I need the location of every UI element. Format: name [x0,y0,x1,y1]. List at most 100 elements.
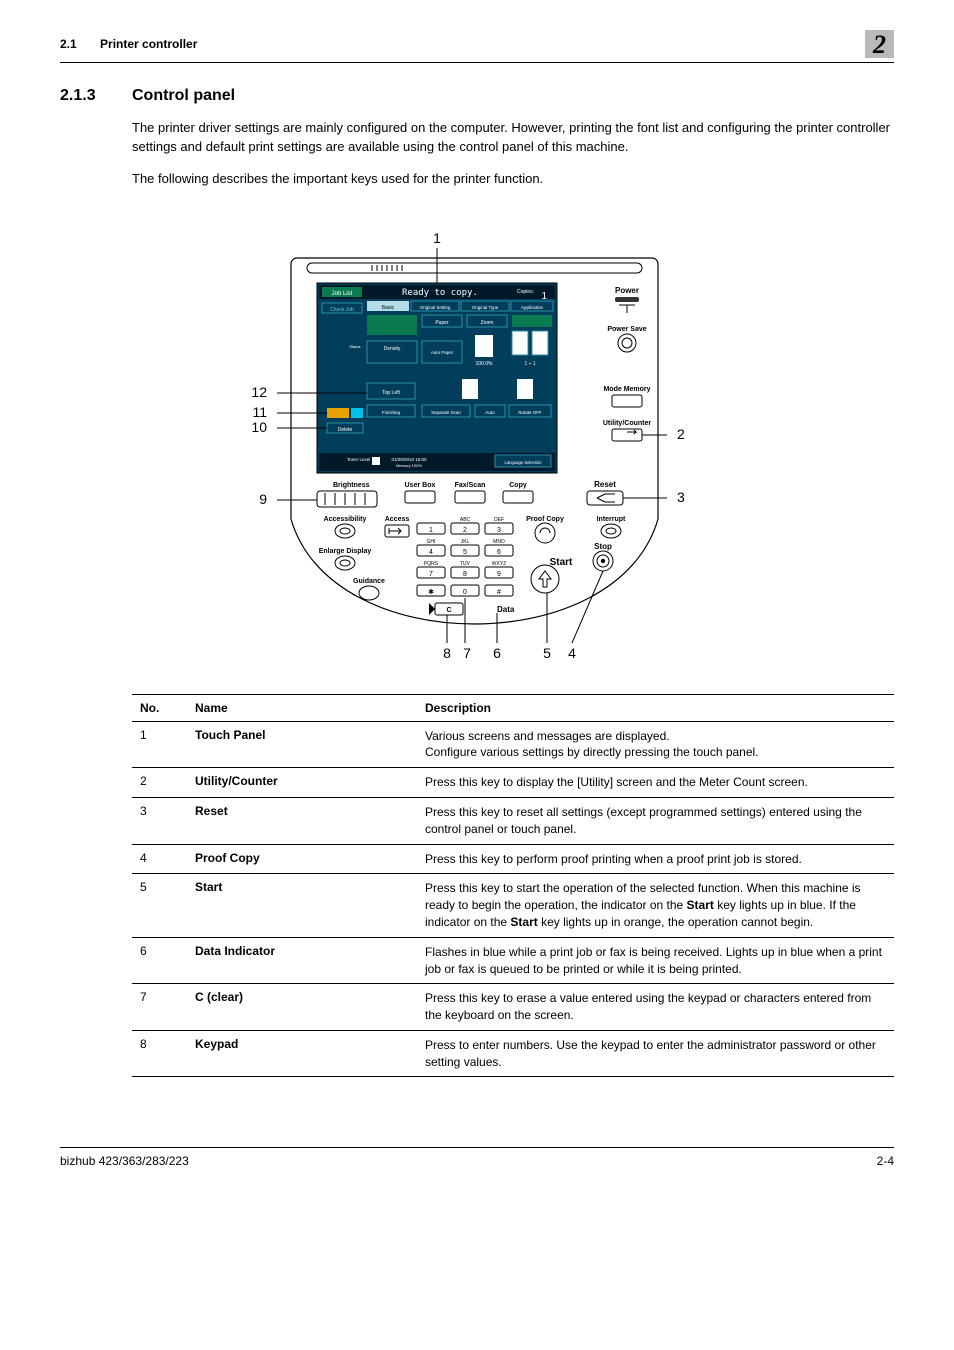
kp-tuv: TUV [460,561,471,567]
label-copy: Copy [509,482,527,489]
callout-4: 4 [568,645,576,661]
label-accessibility: Accessibility [324,516,367,523]
kp-def: DEF [494,517,504,523]
table-row: 8KeypadPress to enter numbers. Use the k… [132,1030,894,1077]
svg-text:9: 9 [497,571,501,578]
label-power-save: Power Save [607,326,646,333]
svg-text:6: 6 [497,549,501,556]
key-description-table: No. Name Description 1Touch PanelVarious… [132,694,894,1078]
callout-10: 10 [251,419,267,435]
screen-job-list: Job List [332,291,353,297]
label-interrupt: Interrupt [597,516,626,523]
th-desc: Description [417,694,894,721]
table-row: 1Touch PanelVarious screens and messages… [132,721,894,768]
label-toner: Toner Level [347,457,370,462]
label-start: Start [550,557,573,568]
th-name: Name [187,694,417,721]
tile-auto-paper: Auto Paper [431,350,454,355]
callout-1: 1 [433,230,441,246]
callout-8: 8 [443,645,451,661]
page-footer: bizhub 423/363/283/223 2-4 [60,1147,894,1168]
label-memory: Memory 100% [396,463,422,468]
tab-orig-type: Original Type [472,305,499,310]
section-number: 2.1.3 [60,87,102,105]
kp-jkl: JKL [461,539,470,545]
tile-finishing: Finishing [382,410,401,415]
label-reset: Reset [594,480,616,489]
svg-text:5: 5 [463,549,467,556]
svg-text:0: 0 [463,589,467,596]
svg-text:3: 3 [497,527,501,534]
running-header: 2.1 Printer controller 2 [60,30,894,63]
header-section-name: Printer controller [100,37,197,51]
kp-abc: ABC [460,517,471,523]
screen-ready: Ready to copy. [402,288,478,298]
header-section-ref: 2.1 [60,37,77,51]
table-row: 4Proof CopyPress this key to perform pro… [132,844,894,874]
tile-separate: Separate Scan [431,410,461,415]
kp-wxyz: WXYZ [492,561,506,567]
tile-pct: 100.0% [476,361,494,367]
callout-3: 3 [677,489,685,505]
callout-2: 2 [677,426,685,442]
section-heading: 2.1.3 Control panel [60,87,894,105]
svg-text:✱: ✱ [428,588,434,596]
btn-delete: Delete [338,427,353,433]
label-guidance: Guidance [353,578,385,585]
table-row: 7C (clear)Press this key to erase a valu… [132,984,894,1031]
label-enlarge: Enlarge Display [319,548,372,555]
screen-check-job: Check Job [330,307,354,313]
label-stop: Stop [594,542,612,551]
svg-text:C: C [446,607,451,614]
callout-5: 5 [543,645,551,661]
callout-7: 7 [463,645,471,661]
kp-ghi: GHI [427,539,436,545]
table-row: 3ResetPress this key to reset all settin… [132,797,894,844]
label-faxscan: Fax/Scan [455,482,486,489]
tab-orig-set: Original Setting [420,305,451,310]
kp-mno: MNO [493,539,505,545]
footer-page: 2-4 [877,1154,894,1168]
label-data: Data [497,605,515,614]
paragraph-2: The following describes the important ke… [132,170,894,189]
callout-9: 9 [259,491,267,507]
section-title: Control panel [132,87,235,105]
label-mode-memory: Mode Memory [603,386,650,393]
label-userbox: User Box [405,482,436,489]
svg-text:8: 8 [463,571,467,578]
kp-pqrs: PQRS [424,561,439,567]
tile-zoom: Zoom [481,320,494,326]
tile-top-left: Top Left [382,390,400,396]
control-panel-svg: Job List Ready to copy. Copies: 1 Check … [227,213,727,663]
tab-basic: Basic [382,305,395,311]
screen-copies: Copies: [517,289,534,295]
label-utility: Utility/Counter [603,420,651,427]
tile-density: Density [384,346,401,352]
label-status: Status [349,344,360,349]
paragraph-1: The printer driver settings are mainly c… [132,119,894,157]
table-row: 2Utility/CounterPress this key to displa… [132,768,894,798]
label-lang: Language Selection [504,460,542,465]
svg-text:#: # [497,589,501,596]
control-panel-figure: Job List Ready to copy. Copies: 1 Check … [60,213,894,666]
chapter-number: 2 [865,30,894,58]
svg-text:1: 1 [429,527,433,534]
callout-12: 12 [251,384,267,400]
label-access: Access [385,516,410,523]
table-row: 6Data IndicatorFlashes in blue while a p… [132,937,894,984]
label-proof: Proof Copy [526,516,564,523]
tile-paper: Paper [435,320,449,326]
callout-11: 11 [252,404,267,420]
svg-text:4: 4 [429,549,433,556]
tile-rotate: Rotate OFF [518,410,542,415]
footer-model: bizhub 423/363/283/223 [60,1154,189,1168]
tile-one-one: 1 ÷ 1 [524,361,535,367]
label-power: Power [615,286,639,295]
tab-application: Application [521,305,544,310]
label-date: 01/09/2010 15:00 [391,457,427,462]
screen-count-1: 1 [541,291,547,302]
svg-text:2: 2 [463,527,467,534]
callout-6: 6 [493,645,501,661]
svg-text:7: 7 [429,571,433,578]
label-brightness: Brightness [333,482,370,489]
